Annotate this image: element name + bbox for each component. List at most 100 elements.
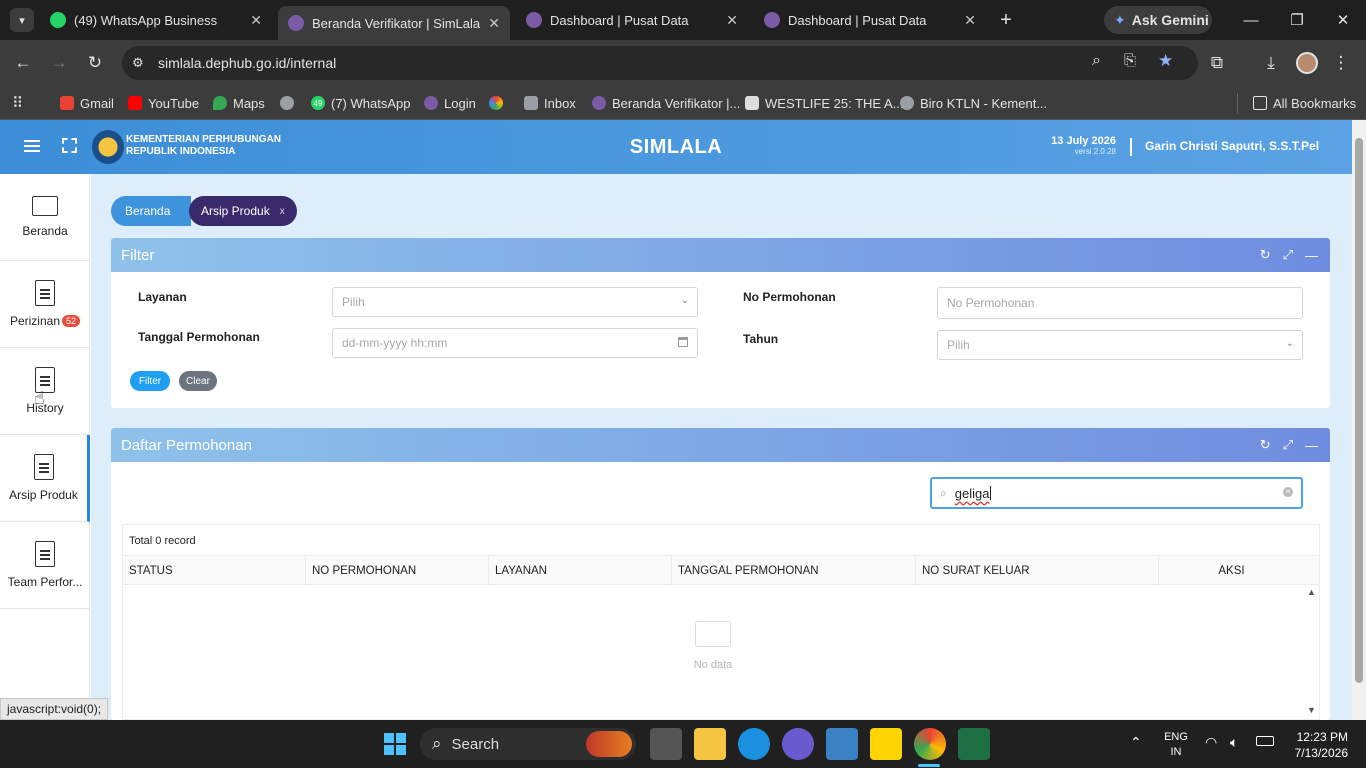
column-header-layanan[interactable]: LAYANAN [489, 556, 672, 586]
tab-whatsapp[interactable]: (49) WhatsApp Business ✕ [40, 0, 272, 40]
system-clock[interactable]: 12:23 PM 7/13/2026 [1282, 729, 1348, 761]
sidebar-item-arsip-produk[interactable]: Arsip Produk [0, 435, 90, 522]
bookmark-whatsapp[interactable]: 49 (7) WhatsApp [311, 86, 410, 120]
tab-pusat-data-1[interactable]: Dashboard | Pusat Data ✕ [516, 0, 748, 40]
tanggal-permohonan-input[interactable]: dd-mm-yyyy hh:mm [332, 328, 698, 358]
sidebar-item-perizinan[interactable]: Perizinan 52 [0, 261, 90, 348]
copilot-icon[interactable] [782, 728, 814, 760]
fullscreen-icon[interactable] [62, 138, 77, 153]
sidebar-item-team-performance[interactable]: Team Perfor... [0, 522, 90, 609]
clear-button[interactable]: Clear [179, 371, 217, 391]
file-explorer-icon[interactable] [694, 728, 726, 760]
reload-icon[interactable]: ↻ [81, 40, 109, 86]
excel-icon[interactable] [958, 728, 990, 760]
no-permohonan-input[interactable]: No Permohonan [937, 287, 1303, 319]
forward-arrow-icon[interactable]: → [45, 40, 73, 86]
page-scrollbar[interactable] [1352, 120, 1366, 720]
sticky-notes-icon[interactable] [870, 728, 902, 760]
new-tab-plus-icon[interactable]: + [994, 8, 1018, 32]
hamburger-menu-icon[interactable] [24, 140, 40, 152]
chevron-down-icon: ⌄ [1285, 338, 1294, 349]
volume-icon[interactable]: 🔈︎ [1230, 734, 1238, 751]
bookmark-beranda[interactable]: Beranda Verifikator |... [592, 86, 740, 120]
org-name: KEMENTERIAN PERHUBUNGAN REPUBLIK INDONES… [126, 134, 282, 157]
taskbar-search-box[interactable]: ⌕ Search [420, 728, 636, 760]
no-permohonan-label: No Permohonan [743, 290, 836, 304]
table-search-input[interactable]: ⌕ geliga ✕ [930, 477, 1303, 509]
sidebar: Beranda Perizinan 52 History ☝ Arsip Pro… [0, 174, 90, 720]
wifi-icon[interactable]: ◠ [1205, 734, 1217, 751]
windows-start-icon[interactable] [384, 733, 406, 755]
layanan-select[interactable]: Pilih ⌄ [332, 287, 698, 317]
bookmark-gmail[interactable]: Gmail [60, 86, 114, 120]
tahun-select[interactable]: Pilih ⌄ [937, 330, 1303, 360]
bookmark-biro-ktln[interactable]: Biro KTLN - Kement... [900, 86, 1047, 120]
refresh-icon[interactable]: ↻ [1260, 437, 1271, 453]
collapse-icon[interactable]: — [1305, 438, 1318, 453]
column-header-status[interactable]: STATUS [123, 556, 306, 586]
user-name[interactable]: Garin Christi Saputri, S.S.T.Pel [1145, 139, 1319, 153]
zoom-magnifier-icon[interactable]: ⌕ [1092, 52, 1101, 70]
maximize-window-icon[interactable]: ❐ [1274, 0, 1320, 40]
more-menu-icon[interactable]: ⋮ [1327, 40, 1355, 86]
chrome-icon[interactable] [914, 728, 946, 760]
profile-avatar[interactable] [1296, 52, 1318, 74]
site-info-icon[interactable]: ⚙ [132, 55, 144, 71]
bookmark-globe[interactable] [280, 86, 294, 120]
scroll-up-arrow-icon[interactable]: ▲ [1307, 587, 1316, 597]
gemini-sparkle-icon: ✦ [1114, 11, 1126, 28]
column-header-aksi[interactable]: AKSI [1159, 556, 1304, 586]
download-icon[interactable]: ⤓ [1257, 40, 1285, 86]
breadcrumb-arsip-produk[interactable]: Arsip Produk x [189, 196, 297, 226]
camera-app-icon[interactable] [826, 728, 858, 760]
close-tab-icon[interactable]: ✕ [964, 12, 976, 29]
back-arrow-icon[interactable]: ← [9, 40, 37, 86]
tab-search-chevron-icon[interactable]: ▾ [10, 8, 34, 32]
url-text[interactable]: simlala.dephub.go.id/internal [158, 55, 336, 71]
bookmark-photos[interactable] [489, 86, 503, 120]
edge-browser-icon[interactable] [738, 728, 770, 760]
breadcrumb-beranda[interactable]: Beranda [111, 196, 191, 226]
tanggal-permohonan-label: Tanggal Permohonan [138, 330, 260, 344]
expand-icon[interactable]: ⤢ [1283, 437, 1293, 453]
install-app-icon[interactable]: ⎘ [1124, 52, 1136, 69]
close-tab-icon[interactable]: ✕ [488, 15, 500, 32]
column-header-no-permohonan[interactable]: NO PERMOHONAN [306, 556, 489, 586]
sidebar-item-beranda[interactable]: Beranda [0, 174, 90, 261]
close-tab-icon[interactable]: ✕ [250, 12, 262, 29]
ask-gemini-button[interactable]: ✦ Ask Gemini [1104, 6, 1212, 34]
breadcrumb-close-icon[interactable]: x [280, 206, 285, 217]
filter-panel-controls: ↻ ⤢ — [1260, 238, 1318, 272]
inbox-icon [524, 96, 538, 110]
bookmark-login[interactable]: Login [424, 86, 476, 120]
filter-button[interactable]: Filter [130, 371, 170, 391]
clear-search-icon[interactable]: ✕ [1283, 487, 1293, 497]
language-indicator[interactable]: ENG IN [1160, 730, 1192, 760]
table-scrollbar[interactable]: ▲ ▼ [1306, 585, 1319, 719]
task-view-icon[interactable] [650, 728, 682, 760]
scroll-down-arrow-icon[interactable]: ▼ [1307, 705, 1316, 715]
column-header-tanggal-permohonan[interactable]: TANGGAL PERMOHONAN [672, 556, 916, 586]
extensions-puzzle-icon[interactable]: ⧉ [1203, 40, 1231, 86]
bookmark-inbox[interactable]: Inbox [524, 86, 576, 120]
close-tab-icon[interactable]: ✕ [726, 12, 738, 29]
page-scrollbar-thumb[interactable] [1355, 138, 1363, 683]
column-header-no-surat-keluar[interactable]: NO SURAT KELUAR [916, 556, 1159, 586]
minimize-window-icon[interactable]: — [1228, 0, 1274, 40]
bookmark-maps[interactable]: Maps [213, 86, 265, 120]
bookmark-youtube[interactable]: YouTube [128, 86, 199, 120]
address-bar[interactable]: ⚙ simlala.dephub.go.id/internal ⌕ ⎘ ★ [122, 46, 1198, 80]
refresh-icon[interactable]: ↻ [1260, 247, 1271, 263]
tab-simlala[interactable]: Beranda Verifikator | SimLala ✕ [278, 6, 510, 40]
apps-grid-icon[interactable]: ⠿ [12, 86, 23, 120]
expand-icon[interactable]: ⤢ [1283, 247, 1293, 263]
collapse-icon[interactable]: — [1305, 248, 1318, 263]
all-bookmarks-button[interactable]: All Bookmarks [1253, 86, 1356, 120]
sidebar-item-history[interactable]: History ☝ [0, 348, 90, 435]
battery-icon[interactable] [1256, 736, 1274, 746]
bookmark-star-icon[interactable]: ★ [1158, 51, 1173, 71]
bookmark-westlife[interactable]: WESTLIFE 25: THE A... [745, 86, 903, 120]
tab-pusat-data-2[interactable]: Dashboard | Pusat Data ✕ [754, 0, 986, 40]
close-window-icon[interactable]: ✕ [1320, 0, 1366, 40]
show-hidden-icons-chevron-icon[interactable]: ⌃ [1130, 734, 1142, 751]
